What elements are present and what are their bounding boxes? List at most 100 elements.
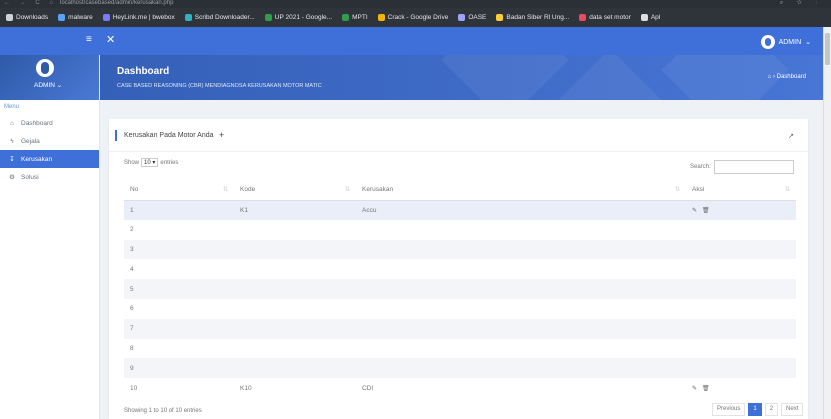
delete-icon[interactable]: 🗑: [702, 207, 710, 214]
entries-length-control: Show 10 ▾ entries: [124, 158, 179, 167]
sidebar-item-gejala[interactable]: ϟ Gejala: [0, 132, 99, 150]
browser-actions[interactable]: ⌕ ☆ ⋮: [780, 0, 823, 7]
column-header[interactable]: No ⇅: [124, 180, 234, 201]
caret-down-icon: ▾: [152, 160, 156, 166]
column-header[interactable]: Aksi ⇅: [686, 180, 796, 201]
cell-aksi: [686, 339, 796, 359]
bookmark-favicon-icon: [58, 14, 66, 21]
bookmark-5[interactable]: MPTI: [342, 14, 368, 21]
bookmark-label: Badan Siber Rl Ung...: [506, 14, 570, 21]
bookmark-favicon-icon: [264, 14, 272, 21]
cell-kerusakan: [356, 239, 686, 260]
sidebar-item-kerusakan[interactable]: ↧ Kerusakan: [0, 150, 99, 168]
delete-icon[interactable]: 🗑: [702, 385, 710, 392]
expand-icon[interactable]: ↗: [788, 132, 794, 140]
chevron-down-icon: ⌄: [56, 82, 63, 89]
cell-no: 7: [124, 318, 234, 339]
hamburger-menu-icon[interactable]: ≡: [86, 34, 92, 45]
bookmark-label: OASE: [468, 14, 487, 21]
cell-no: 5: [124, 279, 234, 299]
sort-icon: ⇅: [344, 187, 350, 193]
table-row[interactable]: 8: [124, 339, 796, 359]
breadcrumb[interactable]: ⌂ › Dashboard: [768, 74, 806, 80]
cell-no: 2: [130, 226, 134, 234]
sidebar-item-label: Kerusakan: [21, 155, 53, 163]
column-header[interactable]: Kode ⇅: [234, 180, 356, 201]
sidebar-item-dashboard[interactable]: ⌂ Dashboard: [0, 114, 99, 132]
edit-icon[interactable]: ✎: [692, 385, 697, 392]
bookmark-0[interactable]: Downloads: [6, 14, 48, 21]
sidebar-item-solusi[interactable]: ⚙ Solusi: [0, 168, 99, 186]
bookmark-8[interactable]: Badan Siber Rl Ung...: [496, 14, 569, 21]
cell-aksi: [686, 239, 796, 260]
app-topbar: ≡ ✕ ADMIN ⌄: [0, 27, 831, 55]
dashboard-icon: ⌂: [10, 119, 14, 127]
search-input[interactable]: [714, 160, 794, 174]
table-row[interactable]: 4: [124, 259, 796, 279]
pagination-page-1[interactable]: 1: [748, 403, 762, 416]
cell-kode: [234, 220, 356, 240]
sidebar-username[interactable]: ADMIN ⌄: [34, 81, 62, 89]
bookmark-label: malware: [68, 14, 93, 21]
bookmark-label: Crack - Google Drive: [387, 14, 449, 21]
cell-kerusakan: [356, 220, 686, 240]
bookmark-label: HeyLink.me | bwebox: [112, 14, 175, 21]
sort-icon: ⇅: [784, 187, 790, 193]
pagination-page-2[interactable]: 2: [764, 403, 779, 416]
table-row[interactable]: 9: [124, 358, 796, 379]
bookmark-9[interactable]: data set motor: [579, 14, 631, 21]
table-row[interactable]: 3: [124, 239, 796, 260]
cell-no: 9: [124, 358, 234, 379]
cell-no: 8: [130, 344, 134, 352]
cell-no: 10: [130, 384, 138, 392]
scrollbar-thumb[interactable]: [825, 33, 830, 65]
home-icon: ⌂: [767, 74, 772, 80]
table-row[interactable]: 10 K10 CDI ✎ 🗑: [124, 378, 796, 398]
table-row[interactable]: 1 K1 Accu ✎ 🗑: [124, 200, 796, 220]
pagination-next[interactable]: Next: [781, 403, 804, 416]
bookmark-favicon-icon: [496, 14, 504, 21]
solusi-icon: ⚙: [9, 174, 15, 181]
page-title: Dashboard: [117, 66, 170, 77]
cell-no: 6: [130, 305, 134, 313]
search-label: Search:: [690, 164, 711, 170]
add-icon[interactable]: +: [219, 130, 224, 140]
cell-no: 4: [130, 265, 134, 273]
page-scrollbar[interactable]: [823, 27, 831, 419]
title-accent: [115, 130, 117, 141]
browser-nav-icons[interactable]: ← → C ⌂: [4, 0, 57, 6]
bookmark-2[interactable]: HeyLink.me | bwebox: [102, 14, 175, 21]
browser-url[interactable]: localhost/casebased/admin/kerusakan.php: [60, 0, 173, 6]
bookmark-label: UP 2021 - Google...: [274, 14, 333, 21]
cell-kerusakan: [356, 339, 686, 359]
cell-aksi: ✎ 🗑: [686, 378, 796, 398]
gejala-icon: ϟ: [10, 137, 14, 145]
cell-aksi: ✎ 🗑: [686, 200, 796, 220]
table-row[interactable]: 7: [124, 318, 796, 339]
bookmark-3[interactable]: Scribd Downloader...: [184, 14, 255, 21]
table-row[interactable]: 6: [124, 299, 796, 319]
column-header[interactable]: Kerusakan ⇅: [356, 180, 686, 201]
entries-select[interactable]: 10 ▾: [141, 158, 159, 167]
avatar-icon: [760, 35, 775, 49]
card-header: Kerusakan Pada Motor Anda + ↗: [109, 119, 808, 152]
bookmark-favicon-icon: [342, 14, 350, 21]
bookmark-4[interactable]: UP 2021 - Google...: [264, 14, 333, 21]
admin-label: ADMIN: [778, 38, 802, 46]
table-row[interactable]: 5: [124, 279, 796, 299]
edit-icon[interactable]: ✎: [692, 207, 697, 214]
bookmark-10[interactable]: Apl: [640, 14, 660, 21]
bookmark-1[interactable]: malware: [58, 14, 93, 21]
bookmark-7[interactable]: OASE: [458, 14, 486, 21]
pagination-previous[interactable]: Previous: [712, 403, 746, 416]
bookmark-label: data set motor: [589, 14, 631, 21]
close-icon[interactable]: ✕: [106, 33, 115, 46]
bookmark-6[interactable]: Crack - Google Drive: [377, 14, 449, 21]
page-header: Dashboard CASE BASED REASONING (CBR) MEN…: [100, 55, 831, 100]
cell-aksi: [686, 318, 796, 339]
sidebar-item-label: Solusi: [21, 173, 39, 181]
cell-kerusakan: CDI: [362, 384, 374, 392]
table-row[interactable]: 2: [124, 220, 796, 240]
admin-dropdown[interactable]: ADMIN ⌄: [760, 35, 811, 49]
bookmark-label: Scribd Downloader...: [194, 14, 255, 21]
